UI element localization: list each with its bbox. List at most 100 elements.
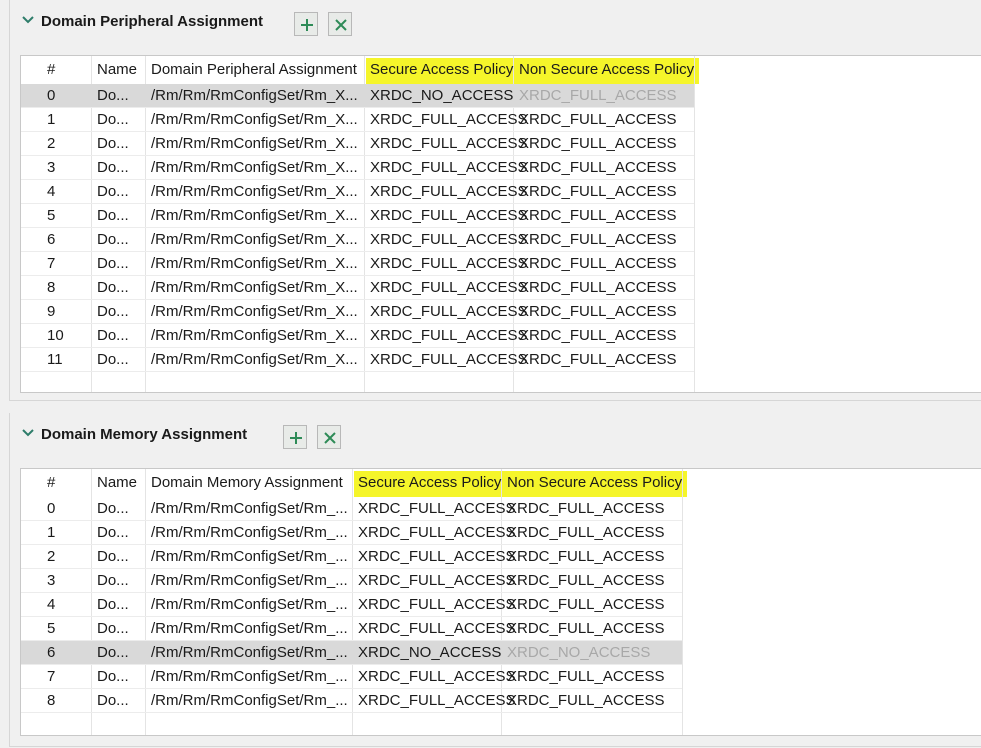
cell-secure[interactable]: XRDC_FULL_ACCESS xyxy=(370,300,528,324)
header-secure-policy[interactable]: Secure Access Policy xyxy=(358,471,501,495)
table-row[interactable]: 8 Do... /Rm/Rm/RmConfigSet/Rm_... XRDC_FULL… xyxy=(21,689,682,713)
cell-path[interactable]: /Rm/Rm/RmConfigSet/Rm_X... xyxy=(151,252,358,276)
remove-peripheral-button[interactable] xyxy=(328,12,352,36)
cell-name[interactable]: Do... xyxy=(97,204,129,228)
table-row[interactable]: 8 Do... /Rm/Rm/RmConfigSet/Rm_X... XRDC_FUL… xyxy=(21,276,694,300)
header-nonsecure-policy[interactable]: Non Secure Access Policy xyxy=(507,471,682,495)
cell-secure[interactable]: XRDC_NO_ACCESS xyxy=(358,641,501,665)
cell-secure[interactable]: XRDC_FULL_ACCESS xyxy=(370,348,528,372)
cell-nonsecure[interactable]: XRDC_FULL_ACCESS xyxy=(507,593,665,617)
cell-name[interactable]: Do... xyxy=(97,641,129,665)
cell-num[interactable]: 2 xyxy=(47,132,55,156)
table-row[interactable]: 0 Do... /Rm/Rm/RmConfigSet/Rm_X... XRDC_NO_… xyxy=(21,84,694,108)
cell-secure[interactable]: XRDC_FULL_ACCESS xyxy=(358,617,516,641)
cell-secure[interactable]: XRDC_FULL_ACCESS xyxy=(358,497,516,521)
header-nonsecure-policy[interactable]: Non Secure Access Policy xyxy=(519,58,694,82)
cell-nonsecure[interactable]: XRDC_FULL_ACCESS xyxy=(519,228,677,252)
cell-path[interactable]: /Rm/Rm/RmConfigSet/Rm_... xyxy=(151,545,348,569)
cell-nonsecure[interactable]: XRDC_FULL_ACCESS xyxy=(519,276,677,300)
cell-name[interactable]: Do... xyxy=(97,569,129,593)
cell-secure[interactable]: XRDC_FULL_ACCESS xyxy=(370,108,528,132)
cell-secure[interactable]: XRDC_FULL_ACCESS xyxy=(370,180,528,204)
cell-name[interactable]: Do... xyxy=(97,593,129,617)
table-row[interactable]: 3 Do... /Rm/Rm/RmConfigSet/Rm_X... XRDC_FUL… xyxy=(21,156,694,180)
chevron-down-icon[interactable] xyxy=(22,427,34,439)
cell-secure[interactable]: XRDC_FULL_ACCESS xyxy=(370,324,528,348)
header-assignment[interactable]: Domain Peripheral Assignment xyxy=(151,58,357,82)
cell-name[interactable]: Do... xyxy=(97,180,129,204)
cell-path[interactable]: /Rm/Rm/RmConfigSet/Rm_X... xyxy=(151,156,358,180)
table-row[interactable]: 4 Do... /Rm/Rm/RmConfigSet/Rm_X... XRDC_FUL… xyxy=(21,180,694,204)
cell-secure[interactable]: XRDC_FULL_ACCESS xyxy=(370,132,528,156)
cell-num[interactable]: 5 xyxy=(47,204,55,228)
cell-path[interactable]: /Rm/Rm/RmConfigSet/Rm_X... xyxy=(151,348,358,372)
cell-path[interactable]: /Rm/Rm/RmConfigSet/Rm_... xyxy=(151,497,348,521)
cell-nonsecure[interactable]: XRDC_FULL_ACCESS xyxy=(519,84,677,108)
table-row[interactable]: 6 Do... /Rm/Rm/RmConfigSet/Rm_X... XRDC_FUL… xyxy=(21,228,694,252)
table-row[interactable]: 2 Do... /Rm/Rm/RmConfigSet/Rm_... XRDC_FULL… xyxy=(21,545,682,569)
cell-name[interactable]: Do... xyxy=(97,108,129,132)
cell-secure[interactable]: XRDC_FULL_ACCESS xyxy=(358,521,516,545)
table-row[interactable]: 9 Do... /Rm/Rm/RmConfigSet/Rm_X... XRDC_FUL… xyxy=(21,300,694,324)
cell-nonsecure[interactable]: XRDC_FULL_ACCESS xyxy=(519,108,677,132)
cell-name[interactable]: Do... xyxy=(97,665,129,689)
table-row[interactable]: 3 Do... /Rm/Rm/RmConfigSet/Rm_... XRDC_FULL… xyxy=(21,569,682,593)
table-row[interactable]: 2 Do... /Rm/Rm/RmConfigSet/Rm_X... XRDC_FUL… xyxy=(21,132,694,156)
cell-path[interactable]: /Rm/Rm/RmConfigSet/Rm_... xyxy=(151,641,348,665)
cell-secure[interactable]: XRDC_FULL_ACCESS xyxy=(358,689,516,713)
cell-path[interactable]: /Rm/Rm/RmConfigSet/Rm_... xyxy=(151,665,348,689)
cell-nonsecure[interactable]: XRDC_FULL_ACCESS xyxy=(519,180,677,204)
table-row[interactable]: 11 Do... /Rm/Rm/RmConfigSet/Rm_X... XRDC_FU… xyxy=(21,348,694,372)
cell-path[interactable]: /Rm/Rm/RmConfigSet/Rm_X... xyxy=(151,132,358,156)
cell-num[interactable]: 0 xyxy=(47,84,55,108)
cell-path[interactable]: /Rm/Rm/RmConfigSet/Rm_... xyxy=(151,593,348,617)
cell-path[interactable]: /Rm/Rm/RmConfigSet/Rm_X... xyxy=(151,180,358,204)
cell-name[interactable]: Do... xyxy=(97,545,129,569)
cell-name[interactable]: Do... xyxy=(97,521,129,545)
cell-num[interactable]: 2 xyxy=(47,545,55,569)
header-num[interactable]: # xyxy=(47,58,55,82)
cell-num[interactable]: 8 xyxy=(47,689,55,713)
cell-nonsecure[interactable]: XRDC_FULL_ACCESS xyxy=(519,252,677,276)
cell-nonsecure[interactable]: XRDC_FULL_ACCESS xyxy=(507,665,665,689)
cell-secure[interactable]: XRDC_FULL_ACCESS xyxy=(358,593,516,617)
table-row[interactable]: 5 Do... /Rm/Rm/RmConfigSet/Rm_... XRDC_FULL… xyxy=(21,617,682,641)
cell-nonsecure[interactable]: XRDC_FULL_ACCESS xyxy=(519,204,677,228)
cell-secure[interactable]: XRDC_FULL_ACCESS xyxy=(358,569,516,593)
header-num[interactable]: # xyxy=(47,471,55,495)
cell-name[interactable]: Do... xyxy=(97,132,129,156)
cell-path[interactable]: /Rm/Rm/RmConfigSet/Rm_X... xyxy=(151,204,358,228)
cell-nonsecure[interactable]: XRDC_FULL_ACCESS xyxy=(507,521,665,545)
cell-num[interactable]: 9 xyxy=(47,300,55,324)
cell-num[interactable]: 7 xyxy=(47,252,55,276)
cell-path[interactable]: /Rm/Rm/RmConfigSet/Rm_X... xyxy=(151,108,358,132)
chevron-down-icon[interactable] xyxy=(22,14,34,26)
remove-memory-button[interactable] xyxy=(317,425,341,449)
header-name[interactable]: Name xyxy=(97,471,137,495)
cell-nonsecure[interactable]: XRDC_FULL_ACCESS xyxy=(507,617,665,641)
table-row[interactable]: 6 Do... /Rm/Rm/RmConfigSet/Rm_... XRDC_NO_A… xyxy=(21,641,682,665)
cell-path[interactable]: /Rm/Rm/RmConfigSet/Rm_... xyxy=(151,569,348,593)
table-row[interactable]: 7 Do... /Rm/Rm/RmConfigSet/Rm_... XRDC_FULL… xyxy=(21,665,682,689)
cell-num[interactable]: 3 xyxy=(47,569,55,593)
cell-name[interactable]: Do... xyxy=(97,617,129,641)
cell-nonsecure[interactable]: XRDC_NO_ACCESS xyxy=(507,641,650,665)
cell-nonsecure[interactable]: XRDC_FULL_ACCESS xyxy=(519,348,677,372)
cell-name[interactable]: Do... xyxy=(97,156,129,180)
table-row[interactable]: 7 Do... /Rm/Rm/RmConfigSet/Rm_X... XRDC_FUL… xyxy=(21,252,694,276)
cell-num[interactable]: 3 xyxy=(47,156,55,180)
memory-section-header[interactable]: Domain Memory Assignment xyxy=(10,413,981,457)
cell-secure[interactable]: XRDC_FULL_ACCESS xyxy=(370,204,528,228)
cell-path[interactable]: /Rm/Rm/RmConfigSet/Rm_X... xyxy=(151,276,358,300)
cell-secure[interactable]: XRDC_FULL_ACCESS xyxy=(370,156,528,180)
cell-name[interactable]: Do... xyxy=(97,689,129,713)
cell-num[interactable]: 1 xyxy=(47,108,55,132)
cell-num[interactable]: 11 xyxy=(47,348,63,372)
cell-num[interactable]: 5 xyxy=(47,617,55,641)
cell-nonsecure[interactable]: XRDC_FULL_ACCESS xyxy=(519,132,677,156)
table-row[interactable]: 5 Do... /Rm/Rm/RmConfigSet/Rm_X... XRDC_FUL… xyxy=(21,204,694,228)
header-name[interactable]: Name xyxy=(97,58,137,82)
cell-nonsecure[interactable]: XRDC_FULL_ACCESS xyxy=(507,545,665,569)
cell-num[interactable]: 10 xyxy=(47,324,64,348)
cell-secure[interactable]: XRDC_FULL_ACCESS xyxy=(370,228,528,252)
